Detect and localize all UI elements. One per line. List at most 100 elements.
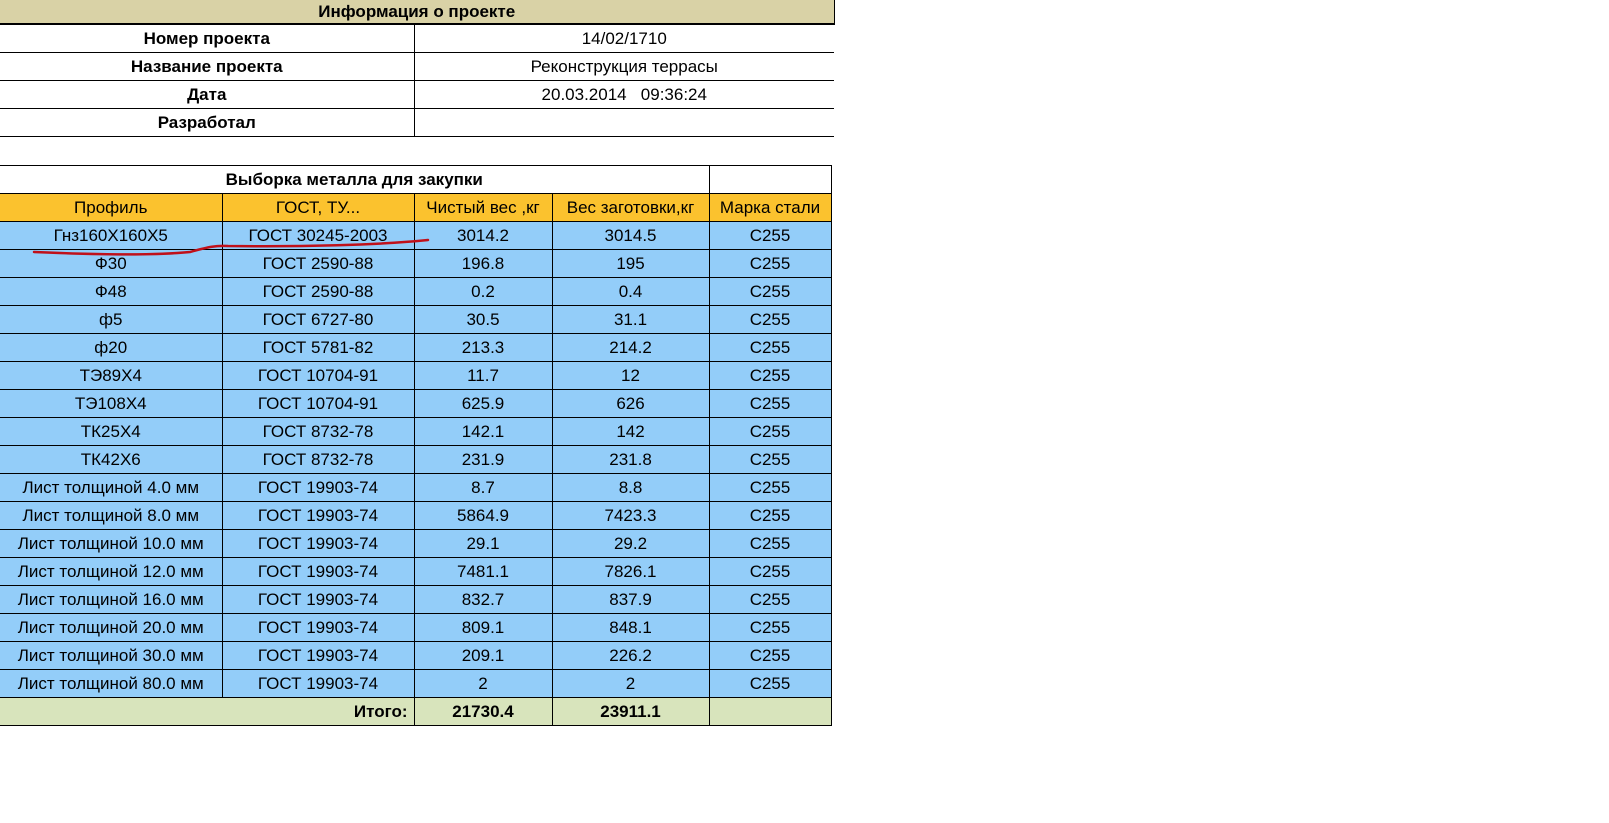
cell-steel-grade[interactable]: С255 xyxy=(708,389,832,418)
cell-net-weight[interactable]: 2 xyxy=(413,669,553,698)
cell-blank-weight[interactable]: 848.1 xyxy=(551,613,710,642)
cell-blank-weight[interactable]: 7826.1 xyxy=(551,557,710,586)
cell-profile[interactable]: ф5 xyxy=(0,305,223,334)
header-blank-weight: Вес заготовки,кг xyxy=(551,193,710,222)
cell-steel-grade[interactable]: С255 xyxy=(708,613,832,642)
cell-steel-grade[interactable]: С255 xyxy=(708,417,832,446)
cell-gost[interactable]: ГОСТ 2590-88 xyxy=(221,249,415,278)
cell-net-weight[interactable]: 5864.9 xyxy=(413,501,553,530)
cell-blank-weight[interactable]: 31.1 xyxy=(551,305,710,334)
cell-net-weight[interactable]: 142.1 xyxy=(413,417,553,446)
cell-profile[interactable]: Лист толщиной 16.0 мм xyxy=(0,585,223,614)
cell-gost[interactable]: ГОСТ 19903-74 xyxy=(221,473,415,502)
cell-net-weight[interactable]: 8.7 xyxy=(413,473,553,502)
cell-profile[interactable]: Лист толщиной 4.0 мм xyxy=(0,473,223,502)
cell-blank-weight[interactable]: 0.4 xyxy=(551,277,710,306)
cell-gost[interactable]: ГОСТ 19903-74 xyxy=(221,557,415,586)
cell-net-weight[interactable]: 209.1 xyxy=(413,641,553,670)
cell-profile[interactable]: ТЭ89Х4 xyxy=(0,361,223,390)
cell-profile[interactable]: ТК42Х6 xyxy=(0,445,223,474)
cell-steel-grade[interactable]: С255 xyxy=(708,249,832,278)
cell-gost[interactable]: ГОСТ 19903-74 xyxy=(221,529,415,558)
cell-steel-grade[interactable]: С255 xyxy=(708,333,832,362)
cell-gost[interactable]: ГОСТ 5781-82 xyxy=(221,333,415,362)
cell-blank-weight[interactable]: 214.2 xyxy=(551,333,710,362)
cell-net-weight[interactable]: 0.2 xyxy=(413,277,553,306)
cell-blank-weight[interactable]: 626 xyxy=(551,389,710,418)
cell-gost[interactable]: ГОСТ 10704-91 xyxy=(221,361,415,390)
cell-steel-grade[interactable]: С255 xyxy=(708,529,832,558)
cell-gost[interactable]: ГОСТ 30245-2003 xyxy=(221,221,415,250)
cell-gost[interactable]: ГОСТ 19903-74 xyxy=(221,641,415,670)
total-blank-weight[interactable]: 23911.1 xyxy=(551,697,710,726)
table-row: Ф48 ГОСТ 2590-88 0.2 0.4 С255 xyxy=(0,277,832,306)
cell-gost[interactable]: ГОСТ 2590-88 xyxy=(221,277,415,306)
cell-profile[interactable]: ТК25Х4 xyxy=(0,417,223,446)
cell-profile[interactable]: Лист толщиной 80.0 мм xyxy=(0,669,223,698)
cell-profile[interactable]: Лист толщиной 20.0 мм xyxy=(0,613,223,642)
cell-steel-grade[interactable]: С255 xyxy=(708,585,832,614)
total-steel-grade[interactable] xyxy=(708,697,832,726)
cell-net-weight[interactable]: 3014.2 xyxy=(413,221,553,250)
cell-blank-weight[interactable]: 29.2 xyxy=(551,529,710,558)
cell-profile[interactable]: ТЭ108Х4 xyxy=(0,389,223,418)
cell-profile[interactable]: ф20 xyxy=(0,333,223,362)
developer-value[interactable] xyxy=(414,108,835,137)
cell-gost[interactable]: ГОСТ 6727-80 xyxy=(221,305,415,334)
cell-profile[interactable]: Ф48 xyxy=(0,277,223,306)
cell-steel-grade[interactable]: С255 xyxy=(708,305,832,334)
cell-net-weight[interactable]: 29.1 xyxy=(413,529,553,558)
table-row: ТЭ89Х4 ГОСТ 10704-91 11.7 12 С255 xyxy=(0,361,832,390)
cell-net-weight[interactable]: 625.9 xyxy=(413,389,553,418)
cell-blank-weight[interactable]: 7423.3 xyxy=(551,501,710,530)
cell-gost[interactable]: ГОСТ 19903-74 xyxy=(221,501,415,530)
cell-blank-weight[interactable]: 195 xyxy=(551,249,710,278)
empty-cell[interactable] xyxy=(708,165,832,194)
project-info-title: Информация о проекте xyxy=(0,0,835,25)
cell-profile[interactable]: Гнз160Х160Х5 xyxy=(0,221,223,250)
cell-net-weight[interactable]: 231.9 xyxy=(413,445,553,474)
table-row: Лист толщиной 30.0 мм ГОСТ 19903-74 209.1 2… xyxy=(0,641,832,670)
project-name-value[interactable]: Реконструкция террасы xyxy=(414,52,835,81)
cell-profile[interactable]: Ф30 xyxy=(0,249,223,278)
cell-steel-grade[interactable]: С255 xyxy=(708,501,832,530)
header-row: Профиль ГОСТ, ТУ... Чистый вес ,кг Вес з… xyxy=(0,193,832,222)
cell-net-weight[interactable]: 809.1 xyxy=(413,613,553,642)
cell-steel-grade[interactable]: С255 xyxy=(708,641,832,670)
project-number-value[interactable]: 14/02/1710 xyxy=(414,23,835,53)
cell-blank-weight[interactable]: 837.9 xyxy=(551,585,710,614)
cell-steel-grade[interactable]: С255 xyxy=(708,277,832,306)
cell-steel-grade[interactable]: С255 xyxy=(708,669,832,698)
cell-net-weight[interactable]: 832.7 xyxy=(413,585,553,614)
cell-blank-weight[interactable]: 8.8 xyxy=(551,473,710,502)
cell-blank-weight[interactable]: 12 xyxy=(551,361,710,390)
project-info-row: Номер проекта 14/02/1710 xyxy=(0,23,835,53)
cell-blank-weight[interactable]: 3014.5 xyxy=(551,221,710,250)
cell-blank-weight[interactable]: 142 xyxy=(551,417,710,446)
cell-gost[interactable]: ГОСТ 10704-91 xyxy=(221,389,415,418)
cell-gost[interactable]: ГОСТ 19903-74 xyxy=(221,669,415,698)
cell-profile[interactable]: Лист толщиной 10.0 мм xyxy=(0,529,223,558)
total-net-weight[interactable]: 21730.4 xyxy=(413,697,553,726)
cell-blank-weight[interactable]: 231.8 xyxy=(551,445,710,474)
cell-profile[interactable]: Лист толщиной 8.0 мм xyxy=(0,501,223,530)
cell-steel-grade[interactable]: С255 xyxy=(708,557,832,586)
cell-steel-grade[interactable]: С255 xyxy=(708,445,832,474)
cell-steel-grade[interactable]: С255 xyxy=(708,221,832,250)
cell-gost[interactable]: ГОСТ 19903-74 xyxy=(221,585,415,614)
cell-gost[interactable]: ГОСТ 8732-78 xyxy=(221,417,415,446)
cell-profile[interactable]: Лист толщиной 30.0 мм xyxy=(0,641,223,670)
cell-steel-grade[interactable]: С255 xyxy=(708,473,832,502)
cell-blank-weight[interactable]: 2 xyxy=(551,669,710,698)
cell-net-weight[interactable]: 213.3 xyxy=(413,333,553,362)
cell-net-weight[interactable]: 30.5 xyxy=(413,305,553,334)
cell-steel-grade[interactable]: С255 xyxy=(708,361,832,390)
cell-net-weight[interactable]: 196.8 xyxy=(413,249,553,278)
cell-profile[interactable]: Лист толщиной 12.0 мм xyxy=(0,557,223,586)
cell-blank-weight[interactable]: 226.2 xyxy=(551,641,710,670)
cell-gost[interactable]: ГОСТ 8732-78 xyxy=(221,445,415,474)
cell-gost[interactable]: ГОСТ 19903-74 xyxy=(221,613,415,642)
cell-net-weight[interactable]: 11.7 xyxy=(413,361,553,390)
date-value[interactable]: 20.03.2014 09:36:24 xyxy=(414,80,835,109)
cell-net-weight[interactable]: 7481.1 xyxy=(413,557,553,586)
